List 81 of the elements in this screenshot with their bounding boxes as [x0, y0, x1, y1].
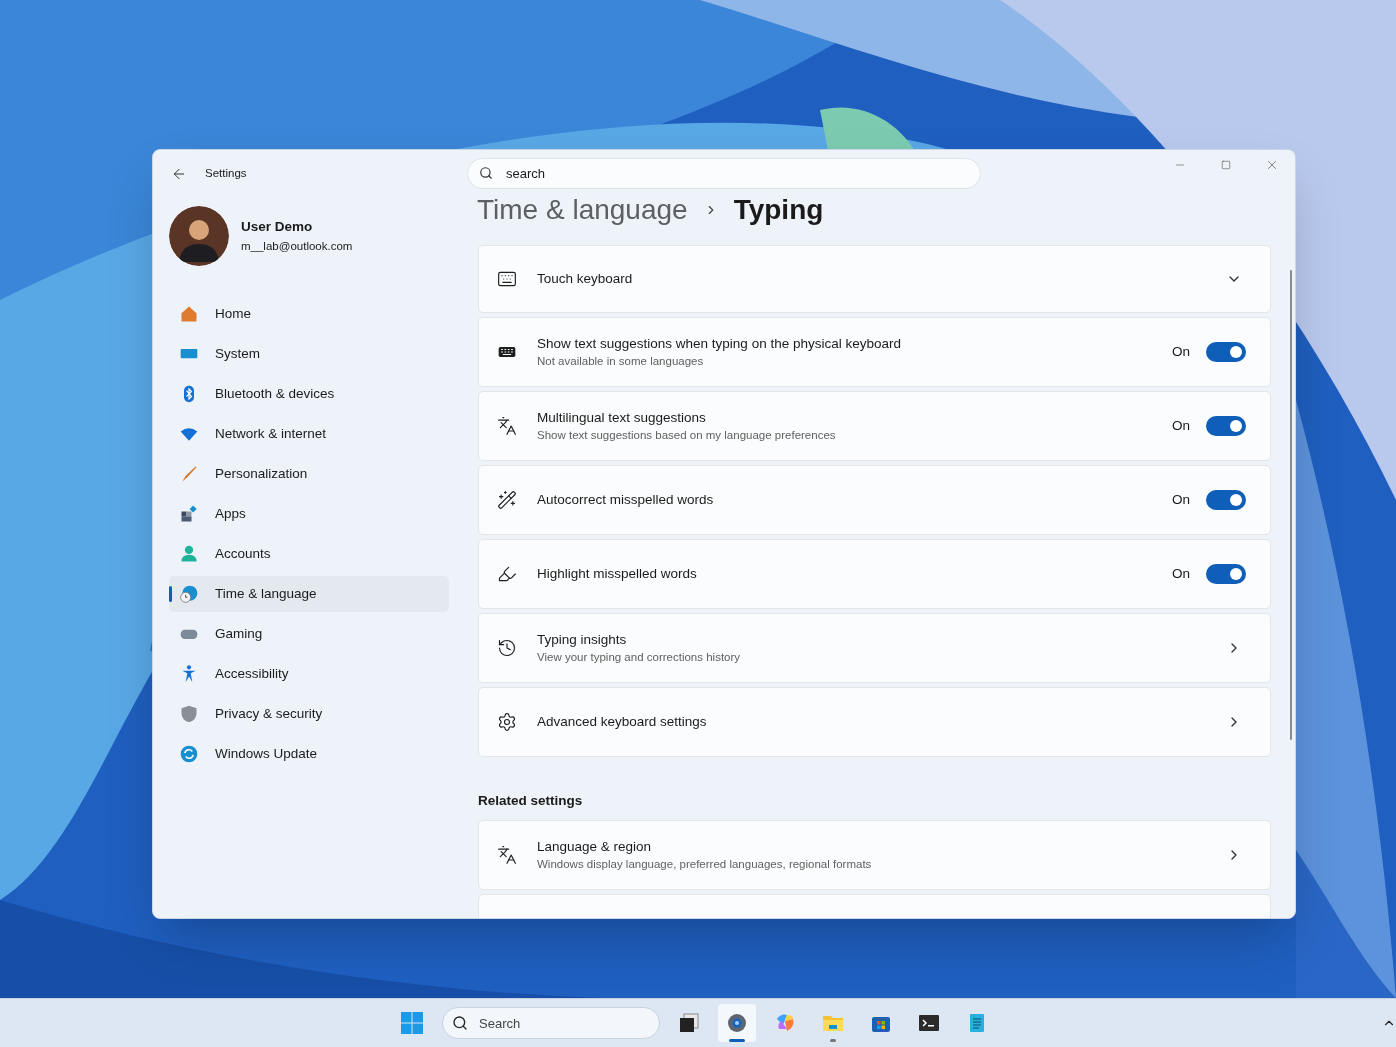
section-heading: Related settings	[477, 792, 584, 810]
settings-icon	[497, 712, 517, 732]
house-icon	[179, 304, 199, 324]
nav-label: System	[215, 344, 260, 363]
settings-card[interactable]: Language & region Windows display language, preferred languages, regional formats	[478, 820, 1271, 891]
settings-card[interactable]: Highlight misspelled words On	[478, 539, 1271, 609]
nav-item[interactable]: Time & language	[169, 576, 449, 612]
settings-card[interactable]: Advanced keyboard settings	[478, 687, 1271, 757]
nav-label: Apps	[215, 504, 246, 523]
user-name: User Demo	[241, 218, 314, 237]
nav-item[interactable]: Accessibility	[169, 656, 449, 692]
taskbar-app-button[interactable]	[718, 1004, 756, 1042]
nav-item[interactable]: Network & internet	[169, 416, 449, 452]
toggle-state-label: On	[1172, 490, 1190, 509]
scroll-bar[interactable]	[1290, 270, 1292, 740]
settings-card[interactable]: Multilingual text suggestions Show text suggestions based on my language preferences On	[478, 391, 1271, 461]
nav-item[interactable]: Gaming	[169, 616, 449, 652]
person-icon	[179, 544, 199, 564]
shield-icon	[179, 704, 199, 724]
language-icon	[497, 416, 517, 436]
toggle-switch[interactable]	[1206, 342, 1246, 362]
nav-label: Home	[215, 304, 251, 323]
setting-title: Typing insights	[537, 631, 628, 649]
nav-label: Time & language	[215, 584, 317, 603]
stacked-windows-icon	[677, 1011, 701, 1035]
setting-title: Language & region	[537, 838, 653, 857]
user-email: m__lab@outlook.com	[241, 238, 353, 254]
taskbar-search-field[interactable]: Search	[442, 1007, 660, 1039]
sync-icon	[179, 744, 199, 764]
settings-card[interactable]: Touch keyboard	[478, 245, 1271, 313]
nav-label: Windows Update	[215, 744, 318, 763]
toggle-switch[interactable]	[1206, 564, 1246, 584]
nav-item[interactable]: Windows Update	[169, 736, 449, 772]
nav-item[interactable]: Home	[169, 296, 449, 332]
setting-description: Show text suggestions based on my language preferences	[537, 428, 837, 443]
keyboard-icon	[497, 269, 517, 289]
nav-item[interactable]: Personalization	[169, 456, 449, 492]
nav-item[interactable]: Bluetooth & devices	[169, 376, 449, 412]
settings-card[interactable]: Show text suggestions when typing on the physical keyboard Not available in some languages On	[478, 317, 1271, 387]
breadcrumb-parent[interactable]: Time & language	[477, 189, 688, 231]
selection-indicator	[169, 586, 172, 602]
language-icon	[497, 845, 517, 866]
setting-title: Advanced keyboard settings	[537, 713, 708, 731]
nav-label: Privacy & security	[215, 704, 323, 723]
nav-item[interactable]: Privacy & security	[169, 696, 449, 732]
nav-label: Gaming	[215, 624, 263, 643]
nav-label: Personalization	[215, 464, 308, 483]
page-title: Typing	[733, 193, 824, 227]
wand-icon	[497, 490, 517, 510]
window-title: Settings	[205, 166, 247, 182]
setting-description: View your typing and corrections history	[537, 650, 742, 665]
nav-label: Network & internet	[215, 424, 327, 443]
nav-item[interactable]: System	[169, 336, 449, 372]
start-icon[interactable]	[400, 1011, 424, 1035]
highlighter-icon	[497, 564, 517, 584]
nav-label: Bluetooth & devices	[215, 384, 335, 403]
nav-item[interactable]: Accounts	[169, 536, 449, 572]
setting-description: Windows display language, preferred languages, regional formats	[537, 857, 873, 873]
setting-title: Highlight misspelled words	[537, 565, 698, 583]
globe-clock-icon	[179, 584, 199, 604]
setting-title: Multilingual text suggestions	[537, 409, 707, 427]
setting-description: Not available in some languages	[537, 354, 705, 369]
apps-icon	[179, 504, 199, 524]
setting-title: Show text suggestions when typing on the physical keyboard	[537, 335, 902, 353]
toggle-switch[interactable]	[1206, 490, 1246, 510]
toggle-state-label: On	[1172, 342, 1190, 361]
setting-title: Autocorrect misspelled words	[537, 491, 715, 509]
toggle-state-label: On	[1172, 416, 1190, 435]
history-icon	[497, 638, 517, 658]
nav-label: Accounts	[215, 544, 271, 563]
search-icon	[452, 1015, 468, 1031]
avatar	[169, 206, 229, 266]
settings-card[interactable]: Typing insights View your typing and corrections history	[478, 613, 1271, 683]
nav-item[interactable]: Apps	[169, 496, 449, 532]
settings-card[interactable]: Autocorrect misspelled words On	[478, 465, 1271, 535]
toggle-state-label: On	[1172, 564, 1190, 583]
setting-title: Touch keyboard	[537, 270, 634, 288]
search-icon	[479, 166, 493, 180]
toggle-switch[interactable]	[1206, 416, 1246, 436]
nav-label: Accessibility	[215, 664, 289, 683]
search-field[interactable]: search	[467, 158, 981, 189]
